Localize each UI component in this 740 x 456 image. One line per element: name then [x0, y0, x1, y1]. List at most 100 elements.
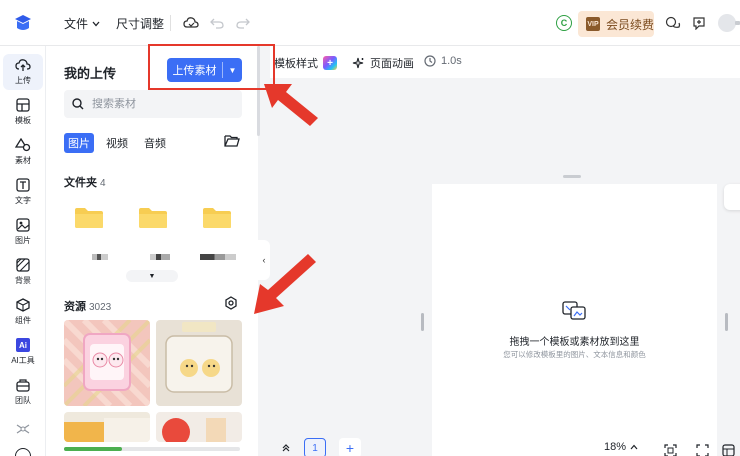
chevron-down-icon	[92, 21, 100, 26]
tab-images[interactable]: 图片	[64, 133, 94, 153]
rail-label: AI工具	[11, 356, 35, 365]
fullscreen-icon[interactable]	[694, 440, 710, 456]
rail-item-team[interactable]: 团队	[3, 374, 43, 410]
rail-item-background[interactable]: 背景	[3, 254, 43, 290]
avatar-dropdown-icon[interactable]	[735, 21, 740, 25]
rail-item-material[interactable]: 素材	[3, 134, 43, 170]
fit-screen-icon[interactable]	[662, 440, 678, 456]
top-bar: 文件 尺寸调整 C VIP 会员续费	[0, 0, 740, 46]
thumbnail-image	[64, 412, 150, 442]
rail-item-text[interactable]: 文字	[3, 174, 43, 210]
thumbnail-image	[156, 412, 242, 442]
annotation-arrow-icon	[254, 254, 316, 314]
folder-item[interactable]	[192, 192, 242, 244]
undo-icon[interactable]	[208, 14, 226, 32]
page-resize-handle-left[interactable]	[421, 313, 424, 331]
page-animation-label: 页面动画	[370, 58, 414, 70]
page-resize-handle-right[interactable]	[725, 313, 728, 331]
annotation-arrow-icon	[264, 84, 318, 126]
page-animation-button[interactable]: 页面动画	[352, 55, 414, 71]
rail-label: 图片	[15, 236, 31, 245]
coin-letter: C	[560, 18, 568, 28]
resource-thumbnail[interactable]	[64, 320, 150, 406]
folder-icon	[203, 208, 231, 228]
rail-label: 组件	[15, 316, 31, 325]
color-palette-icon: +	[323, 56, 337, 70]
folders-count: 4	[100, 178, 106, 189]
page-thumbnail-1[interactable]: 1	[304, 438, 326, 456]
template-icon	[15, 98, 31, 112]
image-icon	[15, 218, 31, 232]
help-icon[interactable]	[15, 448, 31, 456]
search-input[interactable]	[92, 98, 232, 110]
highlight-annotation-box	[148, 44, 275, 90]
page-list-toggle-icon[interactable]	[276, 438, 296, 456]
rail-item-upload[interactable]: 上传	[3, 54, 43, 90]
progress-fill	[64, 447, 123, 451]
resources-count: 3023	[89, 302, 112, 313]
open-folder-icon[interactable]	[224, 134, 240, 150]
app-logo-icon[interactable]	[12, 12, 34, 34]
resize-menu[interactable]: 尺寸调整	[116, 15, 164, 32]
thumbnail-image	[156, 320, 242, 406]
chat-icon[interactable]	[664, 14, 682, 32]
zoom-value: 18%	[604, 441, 627, 453]
side-tool-button[interactable]	[724, 184, 740, 210]
folder-name-redacted	[200, 254, 236, 260]
resource-thumbnail[interactable]	[156, 412, 242, 442]
drag-drop-icon	[562, 299, 586, 324]
team-icon	[15, 378, 31, 392]
rail-item-component[interactable]: 组件	[3, 294, 43, 330]
avatar[interactable]	[718, 14, 736, 32]
left-rail: 上传 模板 素材 文字 图片 背景 组件 Ai AI工具 团队	[0, 46, 46, 456]
duration-value: 1.0s	[441, 55, 462, 67]
template-style-button[interactable]: 模板样式 +	[274, 55, 337, 71]
vip-renew-button[interactable]: VIP 会员续费	[578, 11, 654, 37]
rail-item-image[interactable]: 图片	[3, 214, 43, 250]
tab-audio[interactable]: 音频	[140, 133, 170, 153]
expand-folders-button[interactable]: ▼	[126, 270, 178, 282]
upload-icon	[15, 58, 31, 72]
vip-badge-icon: VIP	[586, 17, 600, 31]
clock-icon	[424, 55, 436, 67]
add-feedback-icon[interactable]	[690, 14, 708, 32]
coin-icon[interactable]: C	[556, 15, 572, 31]
tab-videos[interactable]: 视频	[102, 133, 132, 153]
folders-title: 文件夹	[64, 177, 97, 189]
rail-item-template[interactable]: 模板	[3, 94, 43, 130]
rail-label: 上传	[15, 76, 31, 85]
folder-item[interactable]	[64, 192, 114, 244]
rail-label: 文字	[15, 196, 31, 205]
rail-item-ai-tools[interactable]: Ai AI工具	[3, 334, 43, 370]
ai-badge: Ai	[16, 338, 30, 352]
rail-label: 背景	[15, 276, 31, 285]
sparkle-icon	[352, 57, 364, 68]
rail-label: 团队	[15, 396, 31, 405]
resource-thumbnail[interactable]	[64, 412, 150, 442]
file-menu[interactable]: 文件	[64, 15, 100, 32]
ai-tool-icon: Ai	[15, 338, 31, 352]
zoom-control[interactable]: 18%	[604, 441, 638, 453]
upload-panel: 我的上传 上传素材 ▼ 图片 视频 音频 文件夹4 ▼ 资源3023	[46, 46, 258, 456]
search-box[interactable]	[64, 90, 242, 118]
folder-name-redacted	[92, 254, 108, 260]
search-icon	[72, 98, 84, 110]
add-page-button[interactable]: +	[339, 438, 361, 456]
empty-canvas-title: 拖拽一个模板或素材放到这里	[509, 337, 640, 348]
cloud-sync-icon[interactable]	[182, 14, 200, 32]
shapes-icon	[15, 138, 31, 152]
grid-view-icon[interactable]	[720, 440, 736, 456]
file-menu-label: 文件	[64, 17, 89, 31]
folder-item[interactable]	[128, 192, 178, 244]
resource-thumbnail[interactable]	[156, 320, 242, 406]
component-icon	[15, 298, 31, 312]
divider	[170, 15, 171, 31]
thumbnail-image	[64, 320, 150, 406]
text-icon	[15, 178, 31, 192]
duration-button[interactable]: 1.0s	[424, 55, 462, 67]
more-tools-icon[interactable]	[15, 423, 31, 438]
upload-progress-bar	[64, 447, 240, 451]
page-drag-handle[interactable]	[563, 175, 581, 178]
redo-icon[interactable]	[234, 14, 252, 32]
settings-gear-icon[interactable]	[224, 296, 238, 313]
